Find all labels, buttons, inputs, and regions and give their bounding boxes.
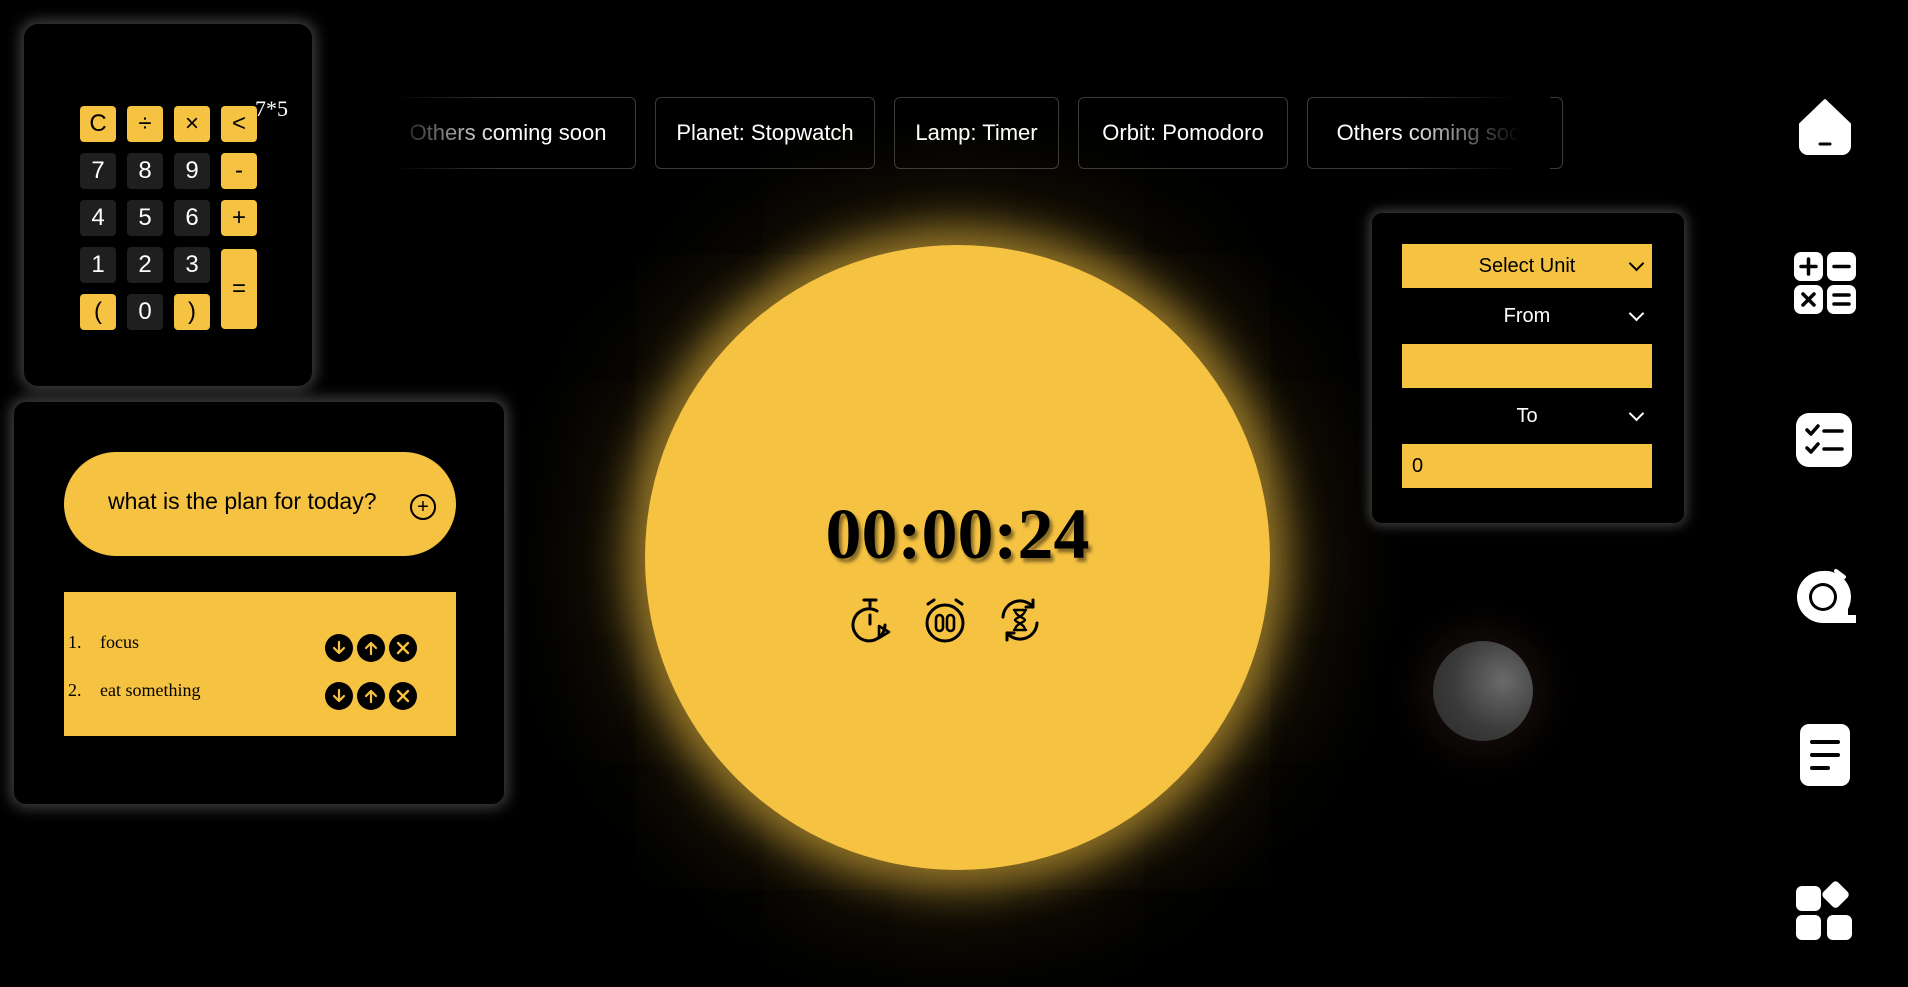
move-up-button[interactable]	[357, 634, 385, 662]
plus-icon: +	[417, 496, 429, 518]
arrow-up-icon	[364, 641, 378, 656]
calc-key-0[interactable]: 0	[127, 294, 163, 330]
notes-icon	[1800, 724, 1850, 786]
close-icon	[396, 641, 410, 655]
calc-key-7[interactable]: 7	[80, 153, 116, 189]
todo-list: 1. focus 2. eat something	[64, 592, 456, 736]
calc-key-backspace[interactable]: <	[221, 106, 257, 142]
todo-item: 2. eat something	[64, 676, 456, 710]
unit-converter-panel: Select Unit From To 0	[1372, 213, 1684, 523]
stopwatch-start-icon	[851, 598, 891, 643]
arrow-up-icon	[364, 689, 378, 704]
calculator-panel: 7*5 C ÷ × < 7 8 9 - 4 5 6 + 1 2 3 = ( 0 …	[24, 24, 312, 386]
todo-item-number: 2.	[68, 680, 82, 700]
calc-key-2[interactable]: 2	[127, 247, 163, 283]
nav-pill-others-right[interactable]: Others coming soon	[1307, 97, 1563, 169]
moon-decoration	[1433, 641, 1533, 741]
sidebar-notes[interactable]	[1792, 722, 1858, 788]
add-todo-button[interactable]: +	[410, 494, 436, 520]
todo-item-text: focus	[100, 632, 139, 652]
home-icon	[1799, 99, 1851, 155]
calc-key-close-paren[interactable]: )	[174, 294, 210, 330]
from-select-label: From	[1503, 304, 1551, 327]
chevron-down-icon	[1628, 255, 1645, 272]
chevron-down-icon	[1628, 305, 1645, 322]
calc-key-multiply[interactable]: ×	[174, 106, 210, 142]
result-field: 0	[1402, 444, 1652, 488]
todo-input[interactable]: what is the plan for today? +	[64, 452, 456, 556]
sidebar-unit-converter[interactable]	[1792, 565, 1858, 631]
arrow-down-icon	[332, 640, 346, 655]
move-down-button[interactable]	[325, 634, 353, 662]
calc-key-9[interactable]: 9	[174, 153, 210, 189]
chevron-down-icon	[1628, 405, 1645, 422]
nav-pill-timer[interactable]: Lamp: Timer	[894, 97, 1059, 169]
sidebar-calculator[interactable]	[1792, 250, 1858, 316]
move-up-button[interactable]	[357, 682, 385, 710]
todo-item-number: 1.	[68, 632, 82, 652]
nav-pill-pomodoro[interactable]: Orbit: Pomodoro	[1078, 97, 1288, 169]
from-value-input[interactable]	[1402, 344, 1652, 388]
arrow-down-icon	[332, 688, 346, 703]
calc-key-4[interactable]: 4	[80, 200, 116, 236]
stopwatch-planet: 00:00:24	[645, 245, 1270, 870]
calc-key-6[interactable]: 6	[174, 200, 210, 236]
sidebar-apps[interactable]	[1792, 878, 1858, 944]
reset-button[interactable]	[995, 595, 1045, 645]
calculator-icon	[1794, 252, 1856, 314]
delete-button[interactable]	[389, 682, 417, 710]
nav-pill-stopwatch[interactable]: Planet: Stopwatch	[655, 97, 875, 169]
hourglass-reset-icon	[1001, 598, 1039, 642]
calc-key-1[interactable]: 1	[80, 247, 116, 283]
calc-key-open-paren[interactable]: (	[80, 294, 116, 330]
calc-key-divide[interactable]: ÷	[127, 106, 163, 142]
stopwatch-pause-icon	[925, 598, 965, 643]
sidebar-todo[interactable]	[1792, 407, 1858, 473]
nav-pill-others-left[interactable]: Others coming soon	[380, 97, 636, 169]
to-unit-select[interactable]: To	[1402, 394, 1652, 438]
from-unit-select[interactable]: From	[1402, 294, 1652, 338]
close-icon	[396, 689, 410, 703]
sidebar-home[interactable]	[1792, 94, 1858, 160]
calc-key-clear[interactable]: C	[80, 106, 116, 142]
todo-item: 1. focus	[64, 628, 456, 662]
calc-key-5[interactable]: 5	[127, 200, 163, 236]
stopwatch-time: 00:00:24	[825, 494, 1090, 574]
unit-select[interactable]: Select Unit	[1402, 244, 1652, 288]
calc-key-equals[interactable]: =	[221, 249, 257, 329]
delete-button[interactable]	[389, 634, 417, 662]
unit-select-label: Select Unit	[1478, 254, 1576, 277]
apps-icon	[1796, 881, 1852, 940]
start-button[interactable]	[845, 595, 895, 645]
to-select-label: To	[1516, 404, 1538, 427]
tape-measure-icon	[1797, 569, 1856, 623]
move-down-button[interactable]	[325, 682, 353, 710]
calc-key-minus[interactable]: -	[221, 153, 257, 189]
calc-key-8[interactable]: 8	[127, 153, 163, 189]
pause-button[interactable]	[920, 595, 970, 645]
todo-panel: what is the plan for today? + 1. focus 2…	[14, 402, 504, 804]
todo-item-text: eat something	[100, 680, 201, 700]
todo-input-placeholder[interactable]: what is the plan for today?	[108, 488, 377, 515]
calc-key-plus[interactable]: +	[221, 200, 257, 236]
checklist-icon	[1796, 413, 1852, 467]
calc-key-3[interactable]: 3	[174, 247, 210, 283]
